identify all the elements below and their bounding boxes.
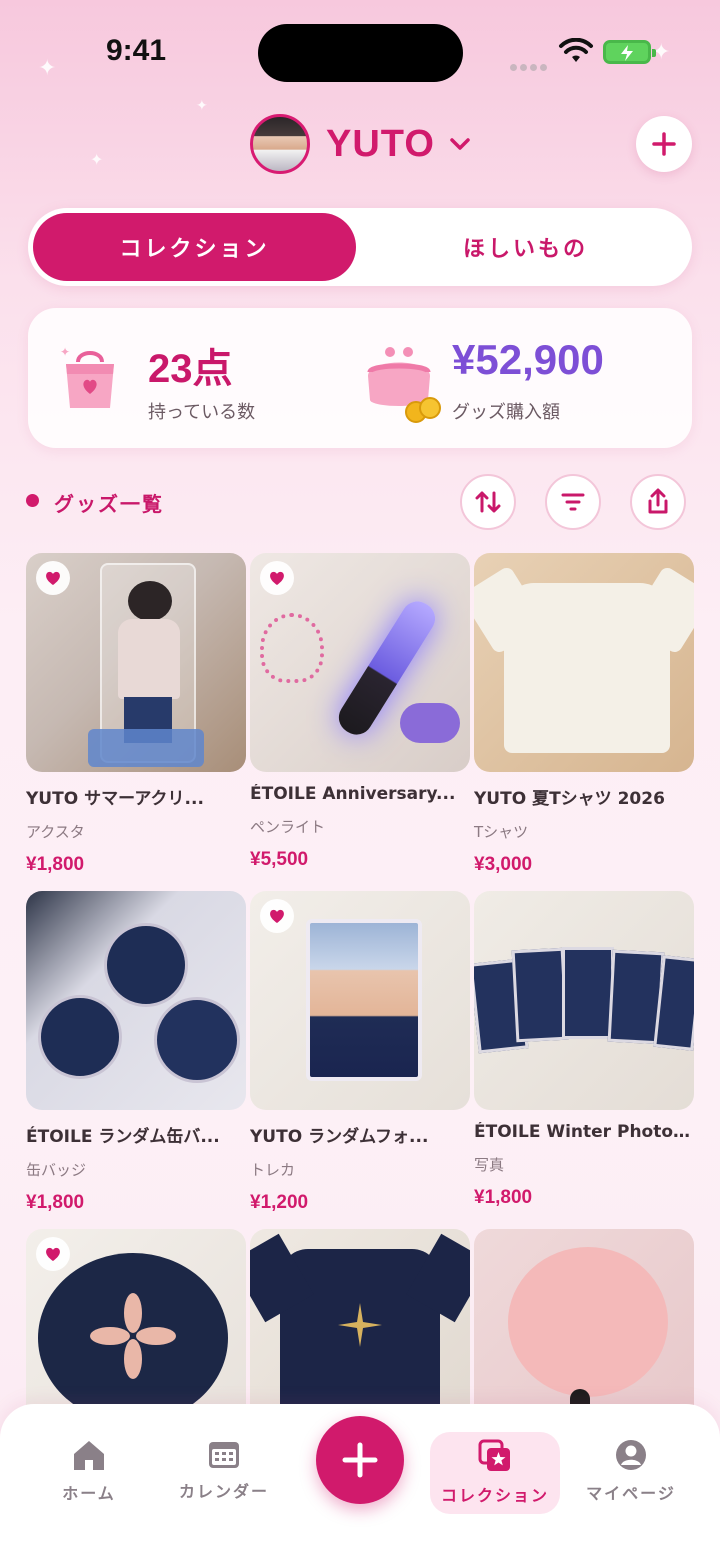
nav-collection-label: コレクション — [440, 1486, 549, 1505]
goods-price: ¥3,000 — [474, 854, 533, 875]
owned-count-label: 持っている数 — [148, 402, 256, 423]
dynamic-island — [258, 24, 463, 82]
goods-card[interactable]: YUTO 夏Tシャツ 2026 Tシャツ ¥3,000 — [474, 553, 694, 876]
shopping-bag-icon: ✦ — [60, 345, 114, 408]
nav-collection[interactable]: コレクション — [430, 1432, 560, 1514]
collection-icon — [478, 1439, 510, 1471]
purchase-amount-stat: ¥52,900 グッズ購入額 — [358, 308, 692, 448]
goods-list-header: グッズ一覧 — [26, 474, 690, 530]
filter-icon — [561, 493, 585, 511]
bottom-navigation: ホーム カレンダー コレクション マイページ — [0, 1404, 720, 1564]
wifi-icon — [559, 38, 593, 62]
share-button[interactable] — [630, 474, 686, 530]
goods-price: ¥1,800 — [474, 1187, 533, 1208]
goods-thumbnail — [250, 553, 470, 772]
goods-title: YUTO 夏Tシャツ 2026 — [474, 789, 665, 809]
status-time: 9:41 — [106, 34, 167, 67]
goods-card[interactable]: YUTO サマーアクリ... アクスタ ¥1,800 — [26, 553, 246, 876]
add-button[interactable] — [636, 116, 692, 172]
goods-price: ¥1,800 — [26, 854, 85, 875]
nav-mypage-label: マイページ — [586, 1484, 676, 1503]
goods-price: ¥5,500 — [250, 849, 309, 870]
tab-wishlist[interactable]: ほしいもの — [364, 213, 687, 281]
heart-icon — [46, 571, 60, 585]
nav-home-label: ホーム — [62, 1484, 116, 1503]
goods-price: ¥1,200 — [250, 1192, 309, 1213]
heart-icon — [270, 571, 284, 585]
plus-icon — [342, 1442, 378, 1478]
avatar — [250, 114, 310, 174]
goods-category: Tシャツ — [474, 823, 529, 841]
add-goods-button[interactable] — [316, 1416, 404, 1504]
goods-title: ÉTOILE Anniversary... — [250, 784, 456, 804]
goods-title: YUTO サマーアクリ... — [26, 789, 204, 809]
profile-switcher[interactable]: YUTO — [250, 114, 471, 174]
goods-category: ペンライト — [250, 818, 326, 836]
goods-thumbnail — [26, 553, 246, 772]
nav-calendar[interactable]: カレンダー — [159, 1438, 289, 1518]
heart-icon — [270, 909, 284, 923]
profile-icon — [616, 1440, 646, 1470]
plus-icon — [652, 132, 676, 156]
section-title: グッズ一覧 — [54, 492, 164, 516]
goods-category: 写真 — [474, 1156, 505, 1174]
status-bar: 9:41 — [0, 0, 720, 100]
svg-text:✦: ✦ — [60, 345, 70, 359]
goods-card[interactable]: YUTO ランダムフォ... トレカ ¥1,200 — [250, 891, 470, 1214]
goods-thumbnail — [474, 553, 694, 772]
favorite-button[interactable] — [36, 1237, 70, 1271]
battery-icon — [603, 40, 656, 64]
sort-icon — [475, 491, 501, 513]
share-icon — [648, 488, 668, 514]
goods-category: トレカ — [250, 1161, 296, 1179]
header: YUTO — [0, 112, 720, 176]
goods-card[interactable]: ÉTOILE Anniversary... ペンライト ¥5,500 — [250, 553, 470, 871]
summary-card: ✦ 23点 持っている数 ¥52,900 グッズ購入額 — [28, 308, 692, 448]
purchase-amount-label: グッズ購入額 — [452, 402, 560, 423]
chevron-down-icon — [450, 138, 470, 150]
favorite-button[interactable] — [36, 561, 70, 595]
goods-price: ¥1,800 — [26, 1192, 85, 1213]
purchase-amount-value: ¥52,900 — [452, 336, 604, 383]
calendar-icon — [209, 1442, 239, 1468]
goods-title: YUTO ランダムフォ... — [250, 1127, 429, 1147]
sort-button[interactable] — [460, 474, 516, 530]
owned-count-stat: ✦ 23点 持っている数 — [28, 308, 358, 448]
goods-card[interactable]: ÉTOILE Winter Photo... 写真 ¥1,800 — [474, 891, 694, 1209]
goods-category: アクスタ — [26, 823, 85, 841]
home-icon — [74, 1441, 104, 1470]
heart-icon — [46, 1247, 60, 1261]
goods-thumbnail — [250, 891, 470, 1110]
profile-name: YUTO — [326, 122, 435, 165]
favorite-button[interactable] — [260, 561, 294, 595]
goods-thumbnail — [474, 891, 694, 1110]
owned-count-value: 23点 — [148, 347, 233, 391]
nav-home[interactable]: ホーム — [24, 1438, 154, 1518]
coin-purse-icon — [367, 347, 441, 423]
segmented-tabs: コレクション ほしいもの — [28, 208, 692, 286]
favorite-button[interactable] — [260, 899, 294, 933]
goods-card[interactable]: ÉTOILE ランダム缶バ... 缶バッジ ¥1,800 — [26, 891, 246, 1214]
section-dot — [26, 494, 39, 507]
nav-calendar-label: カレンダー — [178, 1482, 269, 1501]
nav-mypage[interactable]: マイページ — [566, 1438, 696, 1518]
goods-thumbnail — [26, 891, 246, 1110]
tab-collection[interactable]: コレクション — [33, 213, 356, 281]
goods-category: 缶バッジ — [26, 1161, 87, 1179]
signal-icon — [510, 56, 550, 71]
goods-title: ÉTOILE ランダム缶バ... — [26, 1127, 220, 1147]
goods-title: ÉTOILE Winter Photo... — [474, 1122, 692, 1142]
filter-button[interactable] — [545, 474, 601, 530]
